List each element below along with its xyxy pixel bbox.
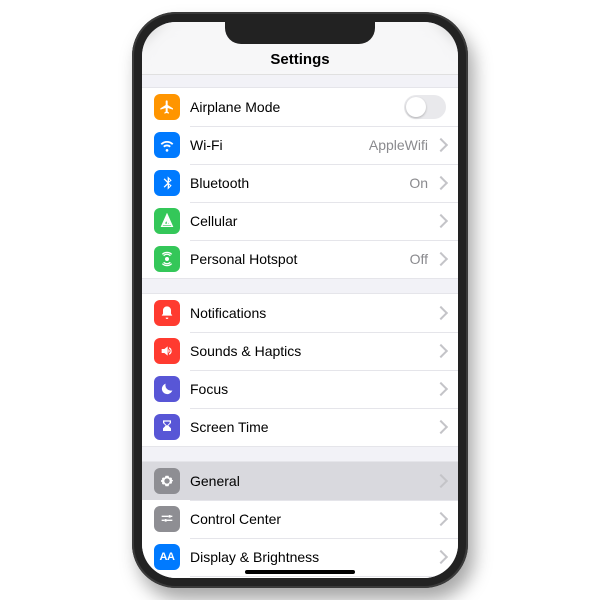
row-label: Bluetooth bbox=[190, 175, 409, 191]
settings-group: General Control Center AA Display & Brightn… bbox=[142, 461, 458, 578]
settings-list[interactable]: Airplane ModeWi-FiAppleWifiBluetoothOnCe… bbox=[142, 75, 458, 578]
page-title: Settings bbox=[270, 51, 329, 68]
chevron-right-icon bbox=[434, 344, 448, 358]
chevron-right-icon bbox=[434, 550, 448, 564]
chevron-right-icon bbox=[434, 306, 448, 320]
notch bbox=[225, 22, 375, 44]
phone-frame: Settings Airplane ModeWi-FiAppleWifiBlue… bbox=[132, 12, 468, 588]
airplane-icon bbox=[154, 94, 180, 120]
toggle-switch[interactable] bbox=[404, 95, 446, 119]
hotspot-icon bbox=[154, 246, 180, 272]
bluetooth-icon bbox=[154, 170, 180, 196]
aa-icon: AA bbox=[154, 544, 180, 570]
screen: Settings Airplane ModeWi-FiAppleWifiBlue… bbox=[142, 22, 458, 578]
row-bluetooth[interactable]: BluetoothOn bbox=[142, 164, 458, 202]
row-label: Sounds & Haptics bbox=[190, 343, 432, 359]
chevron-right-icon bbox=[434, 474, 448, 488]
home-indicator[interactable] bbox=[245, 570, 355, 574]
row-general[interactable]: General bbox=[142, 462, 458, 500]
row-sounds[interactable]: Sounds & Haptics bbox=[142, 332, 458, 370]
hourglass-icon bbox=[154, 414, 180, 440]
cellular-icon bbox=[154, 208, 180, 234]
row-label: Screen Time bbox=[190, 419, 432, 435]
row-homescreen[interactable]: Home Screen bbox=[142, 576, 458, 578]
row-wifi[interactable]: Wi-FiAppleWifi bbox=[142, 126, 458, 164]
row-label: Focus bbox=[190, 381, 432, 397]
row-label: Airplane Mode bbox=[190, 99, 404, 115]
row-label: Wi-Fi bbox=[190, 137, 369, 153]
chevron-right-icon bbox=[434, 512, 448, 526]
row-notifications[interactable]: Notifications bbox=[142, 294, 458, 332]
row-airplane[interactable]: Airplane Mode bbox=[142, 88, 458, 126]
settings-group: Airplane ModeWi-FiAppleWifiBluetoothOnCe… bbox=[142, 87, 458, 279]
row-controlcenter[interactable]: Control Center bbox=[142, 500, 458, 538]
bell-icon bbox=[154, 300, 180, 326]
row-screentime[interactable]: Screen Time bbox=[142, 408, 458, 446]
row-value: AppleWifi bbox=[369, 137, 428, 153]
row-focus[interactable]: Focus bbox=[142, 370, 458, 408]
row-label: Display & Brightness bbox=[190, 549, 432, 565]
gear-icon bbox=[154, 468, 180, 494]
chevron-right-icon bbox=[434, 382, 448, 396]
row-hotspot[interactable]: Personal HotspotOff bbox=[142, 240, 458, 278]
row-cellular[interactable]: Cellular bbox=[142, 202, 458, 240]
wifi-icon bbox=[154, 132, 180, 158]
row-label: Notifications bbox=[190, 305, 432, 321]
row-value: On bbox=[409, 175, 428, 191]
row-label: Personal Hotspot bbox=[190, 251, 410, 267]
moon-icon bbox=[154, 376, 180, 402]
settings-group: Notifications Sounds & Haptics Focus Screen… bbox=[142, 293, 458, 447]
chevron-right-icon bbox=[434, 138, 448, 152]
chevron-right-icon bbox=[434, 176, 448, 190]
row-label: Cellular bbox=[190, 213, 432, 229]
row-label: Control Center bbox=[190, 511, 432, 527]
speaker-icon bbox=[154, 338, 180, 364]
chevron-right-icon bbox=[434, 252, 448, 266]
chevron-right-icon bbox=[434, 214, 448, 228]
sliders-icon bbox=[154, 506, 180, 532]
row-label: General bbox=[190, 473, 432, 489]
row-value: Off bbox=[410, 251, 428, 267]
chevron-right-icon bbox=[434, 420, 448, 434]
